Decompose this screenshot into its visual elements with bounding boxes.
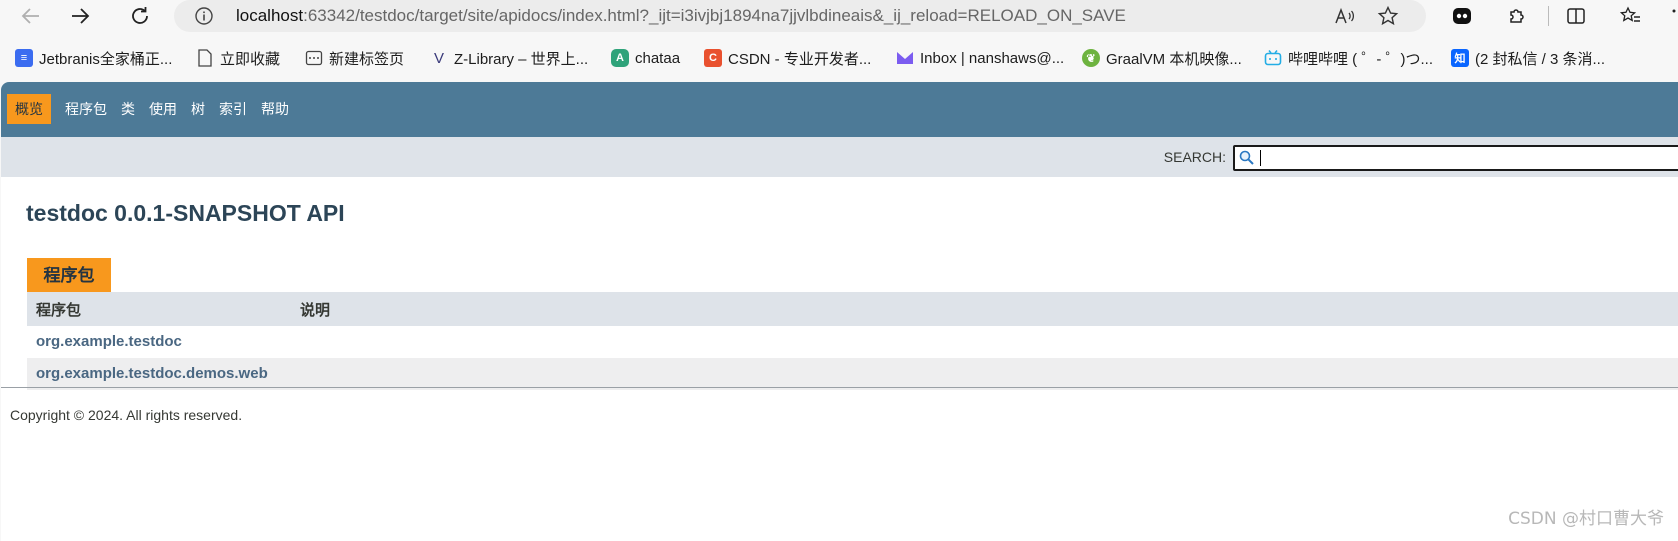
bookmark-zhihu[interactable]: 知 (2 封私信 / 3 条消... [1451,46,1605,70]
bookmark-new-tab[interactable]: 新建标签页 [305,46,404,70]
bookmark-save[interactable]: 立即收藏 [196,46,280,70]
top-navigation: 概览 程序包 类 使用 树 索引 帮助 [1,82,1678,137]
nav-overview: 概览 [7,94,51,124]
bookmarks-bar: ≡ Jetbranis全家桶正... 立即收藏 新建标签页 V Z-Librar… [0,40,1678,80]
page-content: 概览 程序包 类 使用 树 索引 帮助 SEARCH: testdoc 0.0.… [1,82,1678,541]
table-row: org.example.testdoc [27,326,1678,358]
chataa-icon: A [611,49,629,67]
package-link[interactable]: org.example.testdoc [36,326,182,358]
column-header-description: 说明 [300,302,331,319]
bookmark-label: CSDN - 专业开发者... [728,50,872,68]
table-header-row: 程序包 说明 [27,292,1678,326]
copyright-text: Copyright © 2024. All rights reserved. [10,407,243,423]
bookmark-label: chataa [635,49,681,67]
package-link[interactable]: org.example.testdoc.demos.web [36,358,268,390]
search-input[interactable] [1233,145,1678,171]
more-menu-icon[interactable] [1660,2,1678,30]
bookmark-label: (2 封私信 / 3 条消... [1475,50,1606,68]
bookmark-label: Z-Library – 世界上... [454,50,589,68]
favorites-list-icon[interactable] [1617,2,1645,30]
bookmark-chataa[interactable]: A chataa [611,46,680,70]
read-aloud-icon[interactable] [1332,4,1356,28]
footer-divider [1,387,1678,388]
sub-navigation: SEARCH: [1,137,1678,177]
nav-tree[interactable]: 树 [184,94,212,124]
bookmark-inbox[interactable]: Inbox | nanshaws@... [896,46,1064,70]
bookmark-label: 哔哩哔哩 ( ゜- ゜)つ... [1288,50,1433,68]
nav-classes[interactable]: 类 [114,94,142,124]
proton-icon [896,49,914,67]
tab-icon [305,49,323,67]
extension-ghost-icon[interactable] [1448,2,1476,30]
csdn-watermark: CSDN @村口曹大爷 [1508,509,1664,529]
page-title: testdoc 0.0.1-SNAPSHOT API [26,200,345,226]
doc-blue-icon: ≡ [15,49,33,67]
zhihu-icon: 知 [1451,49,1469,67]
package-summary-table: 程序包 说明 org.example.testdoc org.example.t… [27,292,1678,390]
table-row: org.example.testdoc.demos.web [27,358,1678,390]
url-path: :63342/testdoc/target/site/apidocs/index… [303,6,1126,25]
bilibili-icon [1264,49,1282,67]
bookmark-label: 新建标签页 [329,50,405,68]
nav-packages[interactable]: 程序包 [58,94,114,124]
bookmark-csdn[interactable]: C CSDN - 专业开发者... [704,46,871,70]
nav-index[interactable]: 索引 [212,94,254,124]
bookmark-label: Inbox | nanshaws@... [920,49,1065,67]
favorite-star-icon[interactable] [1376,4,1400,28]
browser-toolbar: localhost:63342/testdoc/target/site/apid… [0,0,1678,34]
csdn-icon: C [704,49,722,67]
spring-icon: ❦ [1082,49,1100,67]
nav-list: 概览 程序包 类 使用 树 索引 帮助 [7,94,296,124]
nav-help[interactable]: 帮助 [254,94,296,124]
zlibrary-icon: V [433,49,444,67]
address-bar[interactable]: localhost:63342/testdoc/target/site/apid… [174,0,1426,32]
page-icon [196,49,214,67]
url-host: localhost [236,6,304,25]
bookmark-graalvm[interactable]: ❦ GraalVM 本机映像... [1082,46,1242,70]
bookmark-label: GraalVM 本机映像... [1106,50,1242,68]
extensions-puzzle-icon[interactable] [1503,2,1531,30]
bookmark-zlibrary[interactable]: V Z-Library – 世界上... [430,46,588,70]
nav-use[interactable]: 使用 [142,94,184,124]
text-caret [1260,150,1261,166]
url-text: localhost:63342/testdoc/target/site/apid… [236,0,1126,32]
split-screen-icon[interactable] [1562,2,1590,30]
bookmark-label: Jetbranis全家桶正... [39,50,173,68]
back-arrow-icon[interactable] [17,2,45,30]
column-header-package: 程序包 [36,302,82,319]
bookmark-bilibili[interactable]: 哔哩哔哩 ( ゜- ゜)つ... [1264,46,1433,70]
refresh-icon[interactable] [126,2,154,30]
search-label: SEARCH: [1163,149,1226,165]
packages-caption: 程序包 [27,258,111,292]
site-info-icon[interactable] [194,6,214,26]
bookmark-jetbrains[interactable]: ≡ Jetbranis全家桶正... [15,46,172,70]
toolbar-divider [1548,6,1549,26]
magnifier-icon [1239,150,1254,165]
forward-arrow-icon[interactable] [66,2,94,30]
bookmark-label: 立即收藏 [220,50,281,68]
